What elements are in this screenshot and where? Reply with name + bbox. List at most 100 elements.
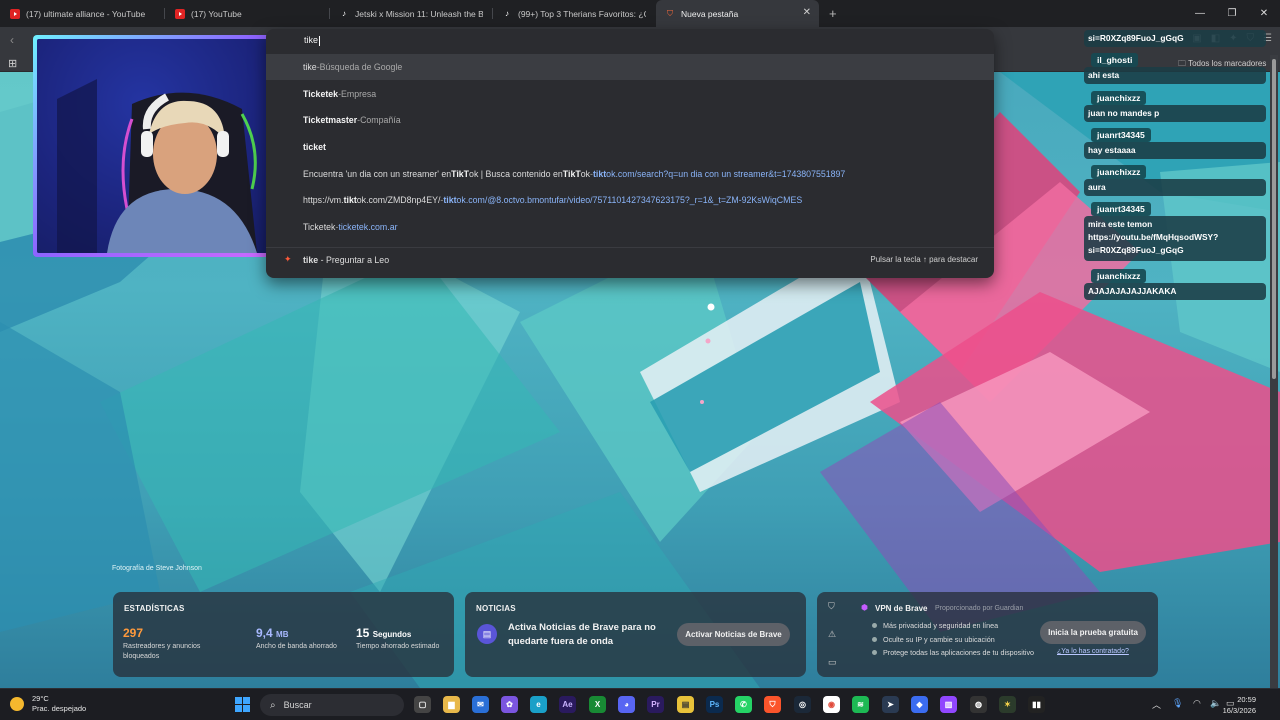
activate-news-button[interactable]: Activar Noticias de Brave — [677, 623, 790, 646]
warning-icon[interactable]: ⚠ — [828, 629, 836, 640]
close-window-icon[interactable]: ✕ — [1248, 0, 1280, 27]
brave-icon: ⛉ — [667, 8, 673, 18]
omnibox-dropdown: tike tike - Búsqueda de Google Ticketek … — [266, 29, 994, 278]
maximize-icon[interactable]: ❐ — [1216, 0, 1248, 27]
ask-leo-row[interactable]: ✦ tike - Preguntar a Leo Pulsar la tecla… — [266, 247, 994, 271]
bandwidth-saved-value: 9,4 MB — [256, 626, 289, 640]
dot-marker — [707, 303, 715, 311]
suggestion-ticket[interactable]: ticket — [266, 134, 994, 160]
suggestion-text: ok — [580, 169, 591, 179]
address-query: tike — [304, 35, 319, 45]
xbox-icon[interactable]: X — [589, 696, 606, 713]
search-icon: ⌕ — [270, 699, 276, 711]
close-tab-icon[interactable]: ✕ — [803, 7, 811, 18]
windows-taskbar: 29°C Prac. despejado ⌕ Buscar ▢ ▆ ✉ ✿ e A… — [0, 688, 1280, 720]
apps-grid-icon[interactable]: ⊞ — [8, 57, 17, 70]
youtube-icon — [10, 8, 20, 19]
leo-hint: Pulsar la tecla ↑ para destacar — [870, 255, 978, 264]
address-bar-input[interactable]: tike — [304, 35, 321, 46]
edge-icon[interactable]: e — [530, 696, 547, 713]
app-blue-icon[interactable]: ◆ — [911, 696, 928, 713]
tab-new-tab[interactable]: ⛉ Nueva pestaña ✕ — [656, 0, 819, 27]
leo-query: tike — [303, 254, 319, 265]
suggestion-ticketek-company[interactable]: Ticketek - Empresa — [266, 81, 994, 107]
chat-line: si=R0XZq89FuoJ_gGqG — [1088, 245, 1184, 255]
file-explorer-icon[interactable]: ▆ — [443, 696, 460, 713]
tab-title: Nueva pestaña — [681, 8, 739, 19]
taskbar-search[interactable]: ⌕ Buscar — [260, 694, 404, 716]
chat-username: il_ghosti — [1091, 53, 1139, 67]
suggestion-google-search[interactable]: tike - Búsqueda de Google — [266, 54, 994, 80]
stats-heading: ESTADÍSTICAS — [124, 604, 185, 613]
tab-therians[interactable]: ♪ (99+) Top 3 Therians Favoritos: ¿Cuál — [493, 0, 656, 27]
mail-icon[interactable]: ✉ — [472, 696, 489, 713]
time-saved-label: Tiempo ahorrado estimado — [356, 643, 440, 650]
already-subscribed-link[interactable]: ¿Ya lo has contratado? — [1057, 648, 1129, 655]
vpn-card: ⛉ ⚠ ▭ ⬢ VPN de Brave Proporcionado por G… — [817, 592, 1158, 677]
suggestion-detail: Búsqueda de Google — [319, 62, 403, 72]
photo-credit[interactable]: Fotografía de Steve Johnson — [112, 565, 202, 572]
new-tab-button[interactable]: + — [829, 6, 837, 21]
system-clock[interactable]: 20:59 16/3/2026 — [1223, 694, 1256, 716]
game-icon[interactable]: ✶ — [999, 696, 1016, 713]
scrollbar-thumb[interactable] — [1272, 59, 1276, 379]
tab-youtube[interactable]: (17) YouTube — [165, 0, 330, 27]
chat-username: juanrt34345 — [1091, 128, 1151, 142]
spotify-icon[interactable]: ≋ — [852, 696, 869, 713]
suggestion-text: https://vm. — [303, 195, 344, 205]
webcam-feed — [37, 39, 300, 253]
copilot-icon[interactable]: ✿ — [501, 696, 518, 713]
suggestion-bold: TikT — [451, 169, 470, 179]
news-card: NOTICIAS ▤ Activa Noticias de Brave para… — [465, 592, 806, 677]
tiktok-icon: ♪ — [342, 9, 346, 18]
task-view-icon[interactable]: ▢ — [414, 696, 431, 713]
chat-message: si=R0XZq89FuoJ_gGqG — [1084, 30, 1266, 47]
whatsapp-icon[interactable]: ✆ — [735, 696, 752, 713]
screen-icon[interactable]: ▭ — [828, 657, 837, 668]
discord-icon[interactable]: ◕ — [618, 696, 635, 713]
back-icon[interactable]: ‹ — [10, 33, 14, 47]
chrome-icon[interactable]: ◉ — [823, 696, 840, 713]
twitch-icon[interactable]: ▥ — [940, 696, 957, 713]
notes-icon[interactable]: ▤ — [677, 696, 694, 713]
suggestion-tiktok-search[interactable]: Encuentra 'un dia con un streamer' en Ti… — [266, 161, 994, 187]
volume-icon[interactable]: 🔈 — [1210, 698, 1221, 709]
audio-meter-icon[interactable]: ▮▮ — [1028, 696, 1045, 713]
youtube-icon — [175, 8, 185, 19]
search-placeholder: Buscar — [283, 700, 312, 710]
weather-widget[interactable]: 29°C Prac. despejado — [10, 694, 86, 714]
streamer-webcam — [33, 35, 304, 257]
suggestion-main: Ticketek — [303, 89, 339, 99]
photoshop-icon[interactable]: Ps — [706, 696, 723, 713]
steam-alt-icon[interactable]: ➤ — [882, 696, 899, 713]
wifi-icon[interactable]: ◠ — [1193, 698, 1201, 709]
mic-icon[interactable]: 🎙 — [1172, 698, 1183, 709]
suggestion-query: tike — [303, 62, 317, 72]
suggestion-ticketmaster[interactable]: Ticketmaster - Compañía — [266, 107, 994, 133]
tab-jetski[interactable]: ♪ Jetski x Mission 11: Unleash the Beat — [330, 0, 493, 27]
text-caret — [319, 35, 321, 46]
tiktok-icon: ♪ — [505, 9, 509, 18]
obs-icon[interactable]: ◍ — [970, 696, 987, 713]
screen: (17) ultimate alliance - YouTube (17) Yo… — [0, 0, 1280, 720]
premiere-icon[interactable]: Pr — [647, 696, 664, 713]
steam-icon[interactable]: ◎ — [794, 696, 811, 713]
suggestion-url: ticketek.com.ar — [338, 222, 398, 232]
start-trial-button[interactable]: Inicia la prueba gratuita — [1040, 621, 1146, 644]
brave-taskbar-icon[interactable]: ⛉ — [764, 696, 781, 713]
windows-start-icon[interactable] — [235, 697, 250, 712]
weather-temp: 29°C — [32, 694, 49, 703]
vpn-shield-icon[interactable]: ⛉ — [828, 601, 835, 612]
suggestion-url-bold: tikt — [443, 195, 457, 205]
page-scrollbar[interactable] — [1270, 55, 1278, 688]
suggestion-tiktok-video[interactable]: https://vm. tikt ok.com/ZMD8np4EY/ - tikt o… — [266, 187, 994, 213]
tab-ultimate-alliance[interactable]: (17) ultimate alliance - YouTube — [0, 0, 165, 27]
dot-marker — [700, 400, 704, 404]
news-heading: NOTICIAS — [476, 604, 516, 613]
tray-chevron-icon[interactable]: ︿ — [1152, 698, 1161, 711]
after-effects-icon[interactable]: Ae — [559, 696, 576, 713]
chat-message: ahi esta — [1084, 67, 1266, 84]
window-controls: — ❐ ✕ — [1184, 0, 1280, 27]
suggestion-ticketek-site[interactable]: Ticketek - ticketek.com.ar — [266, 214, 994, 240]
minimize-icon[interactable]: — — [1184, 0, 1216, 27]
